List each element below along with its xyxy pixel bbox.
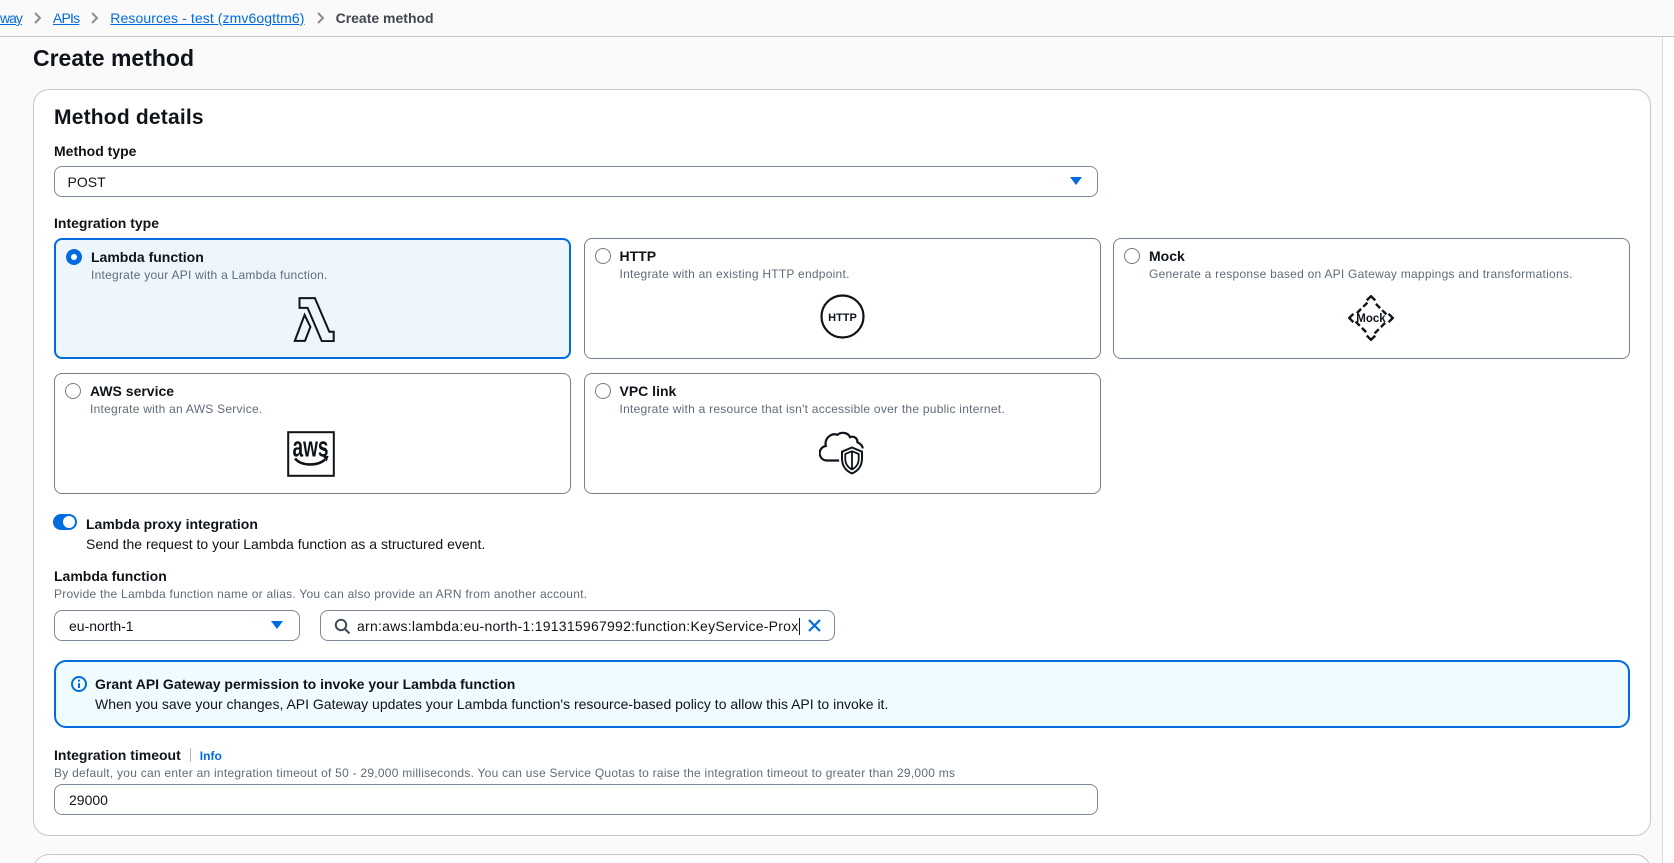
svg-text:HTTP: HTTP bbox=[828, 312, 857, 324]
svg-text:Mock: Mock bbox=[1356, 313, 1386, 325]
svg-text:aws: aws bbox=[293, 432, 329, 464]
